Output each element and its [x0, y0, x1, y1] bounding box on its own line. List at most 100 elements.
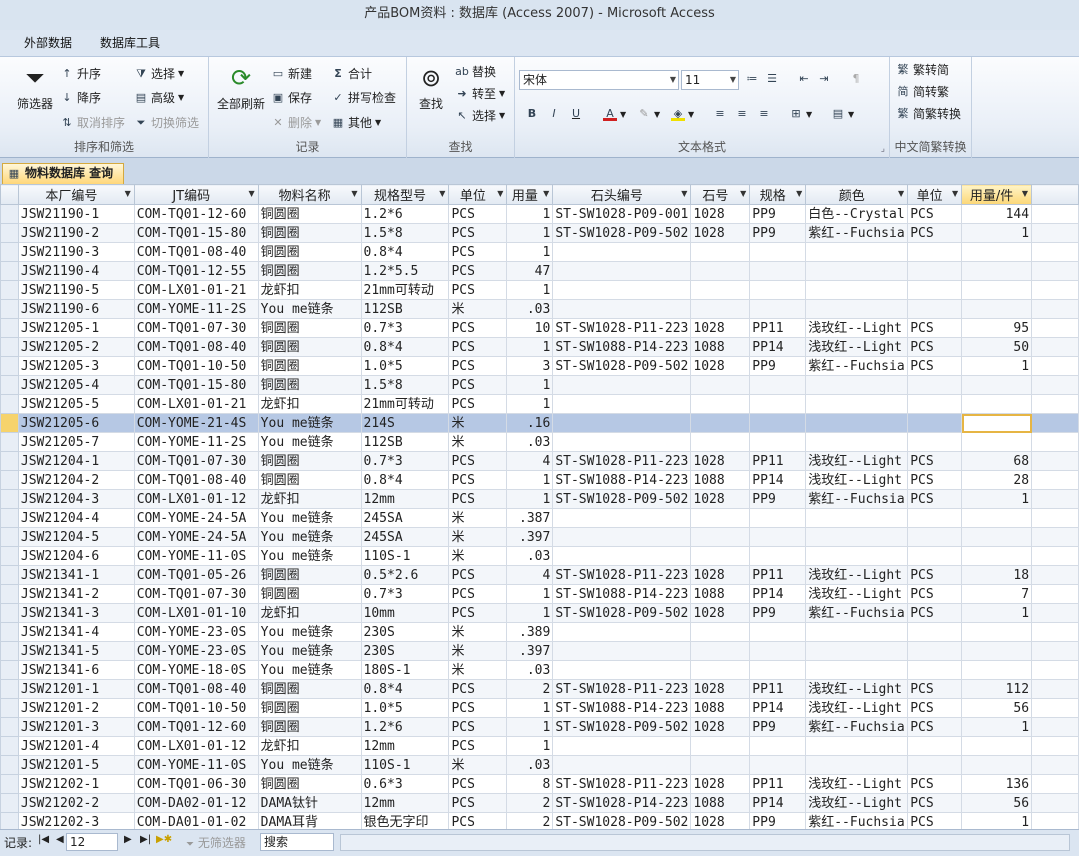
cell-col-qty[interactable]: 1: [506, 375, 554, 395]
tab-database-tools[interactable]: 数据库工具: [100, 34, 160, 51]
column-header-col-unit-2[interactable]: 单位 ▼: [907, 184, 963, 205]
cell-col-stone-spec[interactable]: PP11: [749, 774, 807, 794]
cell-col-factory-code[interactable]: JSW21341-4: [17, 622, 135, 642]
cell-col-qty-per-piece[interactable]: 7: [961, 584, 1033, 604]
cell-col-material-name[interactable]: 铜圆圈: [257, 375, 362, 395]
cell-col-spec[interactable]: 245SA: [360, 527, 450, 547]
cell-col-stone-code[interactable]: ST-SW1028-P09-502: [552, 812, 692, 829]
cell-col-stone-spec[interactable]: PP14: [749, 793, 807, 813]
cell-col-material-name[interactable]: DAMA耳背: [257, 812, 362, 829]
table-row[interactable]: JSW21202-2 COM-DA02-01-12 DAMA钛针 12mm PCS 2 ST…: [0, 793, 1079, 813]
cell-col-material-name[interactable]: 龙虾扣: [257, 394, 362, 414]
cell-empty-column[interactable]: [1031, 413, 1079, 433]
cell-col-qty[interactable]: 1: [506, 204, 554, 224]
cell-col-material-name[interactable]: 龙虾扣: [257, 736, 362, 756]
cell-col-stone-spec[interactable]: PP9: [749, 204, 807, 224]
table-row[interactable]: JSW21204-2 COM-TQ01-08-40 铜圆圈 0.8*4 PCS 1 ST-S…: [0, 470, 1079, 490]
cell-col-unit[interactable]: 米: [448, 527, 508, 547]
previous-record-icon[interactable]: ◀: [56, 834, 64, 845]
cell-col-color[interactable]: [805, 280, 909, 300]
cell-col-stone-spec[interactable]: PP14: [749, 584, 807, 604]
cell-col-qty-per-piece[interactable]: [961, 394, 1033, 414]
cell-empty-column[interactable]: [1031, 736, 1079, 756]
bold-button[interactable]: B: [525, 107, 539, 121]
cell-empty-column[interactable]: [1031, 489, 1079, 509]
cell-col-jt-code[interactable]: COM-LX01-01-12: [133, 736, 259, 756]
chevron-down-icon[interactable]: ▼: [681, 189, 687, 198]
cell-empty-column[interactable]: [1031, 299, 1079, 319]
filter-button[interactable]: ⏷ 筛选器: [12, 63, 58, 112]
no-filter-indicator[interactable]: ⏷ 无筛选器: [186, 834, 246, 851]
cell-col-color[interactable]: 紫红--Fuchsia: [805, 489, 909, 509]
cell-col-qty[interactable]: 2: [506, 793, 554, 813]
cell-col-qty[interactable]: .03: [506, 299, 554, 319]
cell-col-factory-code[interactable]: JSW21205-7: [17, 432, 135, 452]
chevron-down-icon[interactable]: ▼: [952, 189, 958, 198]
cell-col-jt-code[interactable]: COM-TQ01-15-80: [133, 375, 259, 395]
chevron-down-icon[interactable]: ▼: [898, 189, 904, 198]
cell-col-unit[interactable]: 米: [448, 622, 508, 642]
cell-col-factory-code[interactable]: JSW21190-1: [17, 204, 135, 224]
cell-col-color[interactable]: 紫红--Fuchsia: [805, 717, 909, 737]
numbering-button[interactable]: ≔: [745, 72, 759, 86]
record-selector[interactable]: [0, 337, 19, 357]
cell-col-qty[interactable]: 1: [506, 584, 554, 604]
cell-empty-column[interactable]: [1031, 204, 1079, 224]
cell-col-color[interactable]: 浅玫红--Light: [805, 793, 909, 813]
cell-col-spec[interactable]: 0.8*4: [360, 679, 450, 699]
cell-col-material-name[interactable]: 龙虾扣: [257, 603, 362, 623]
chevron-down-icon[interactable]: ▼: [796, 189, 802, 198]
cell-empty-column[interactable]: [1031, 337, 1079, 357]
cell-empty-column[interactable]: [1031, 755, 1079, 775]
cell-col-qty[interactable]: .03: [506, 546, 554, 566]
cell-col-spec[interactable]: 1.2*6: [360, 204, 450, 224]
record-selector[interactable]: [0, 204, 19, 224]
cell-col-factory-code[interactable]: JSW21190-3: [17, 242, 135, 262]
table-row[interactable]: JSW21341-3 COM-LX01-01-10 龙虾扣 10mm PCS 1 ST-SW…: [0, 603, 1079, 623]
clear-sort-button[interactable]: ⇅ 取消排序: [60, 114, 125, 131]
record-selector[interactable]: [0, 584, 19, 604]
font-color-button[interactable]: A ▼: [603, 107, 626, 121]
cell-empty-column[interactable]: [1031, 356, 1079, 376]
cell-col-material-name[interactable]: 铜圆圈: [257, 261, 362, 281]
cell-col-unit-2[interactable]: [907, 280, 963, 300]
cell-col-stone-spec[interactable]: [749, 527, 807, 547]
cell-col-color[interactable]: [805, 394, 909, 414]
table-row[interactable]: JSW21341-1 COM-TQ01-05-26 铜圆圈 0.5*2.6 PCS 4 ST…: [0, 565, 1079, 585]
cell-col-unit-2[interactable]: PCS: [907, 337, 963, 357]
cell-empty-column[interactable]: [1031, 375, 1079, 395]
cell-col-unit-2[interactable]: PCS: [907, 565, 963, 585]
cell-col-jt-code[interactable]: COM-YOME-23-0S: [133, 622, 259, 642]
cell-col-factory-code[interactable]: JSW21341-6: [17, 660, 135, 680]
cell-col-material-name[interactable]: 铜圆圈: [257, 223, 362, 243]
cell-empty-column[interactable]: [1031, 432, 1079, 452]
sort-ascending-button[interactable]: ↑ 升序: [60, 65, 101, 82]
cell-col-spec[interactable]: 0.8*4: [360, 470, 450, 490]
cell-col-factory-code[interactable]: JSW21204-1: [17, 451, 135, 471]
table-row[interactable]: JSW21205-3 COM-TQ01-10-50 铜圆圈 1.0*5 PCS 3 ST-S…: [0, 356, 1079, 376]
cell-col-unit-2[interactable]: PCS: [907, 451, 963, 471]
column-header-col-unit[interactable]: 单位 ▼: [448, 184, 508, 205]
cell-col-stone-spec[interactable]: [749, 736, 807, 756]
table-row[interactable]: JSW21190-6 COM-YOME-11-2S You me链条 112SB 米 .0…: [0, 299, 1079, 319]
cell-col-stone-no[interactable]: 1088: [690, 470, 751, 490]
cell-col-unit[interactable]: PCS: [448, 318, 508, 338]
cell-empty-column[interactable]: [1031, 508, 1079, 528]
cell-col-qty[interactable]: .387: [506, 508, 554, 528]
column-header-col-jt-code[interactable]: JT编码 ▼: [133, 184, 259, 205]
cell-col-stone-code[interactable]: [552, 413, 692, 433]
cell-col-color[interactable]: [805, 299, 909, 319]
cell-col-color[interactable]: 浅玫红--Light: [805, 679, 909, 699]
cell-col-qty-per-piece[interactable]: 95: [961, 318, 1033, 338]
cell-col-jt-code[interactable]: COM-YOME-11-2S: [133, 299, 259, 319]
spelling-button[interactable]: ✓ 拼写检查: [331, 89, 396, 106]
cell-col-jt-code[interactable]: COM-LX01-01-21: [133, 394, 259, 414]
cell-col-qty[interactable]: .03: [506, 432, 554, 452]
cell-col-unit-2[interactable]: [907, 261, 963, 281]
cell-col-spec[interactable]: 0.8*4: [360, 337, 450, 357]
cell-col-factory-code[interactable]: JSW21205-5: [17, 394, 135, 414]
cell-col-spec[interactable]: 12mm: [360, 489, 450, 509]
cell-col-factory-code[interactable]: JSW21201-1: [17, 679, 135, 699]
cell-col-stone-no[interactable]: [690, 508, 751, 528]
cell-col-stone-spec[interactable]: [749, 641, 807, 661]
